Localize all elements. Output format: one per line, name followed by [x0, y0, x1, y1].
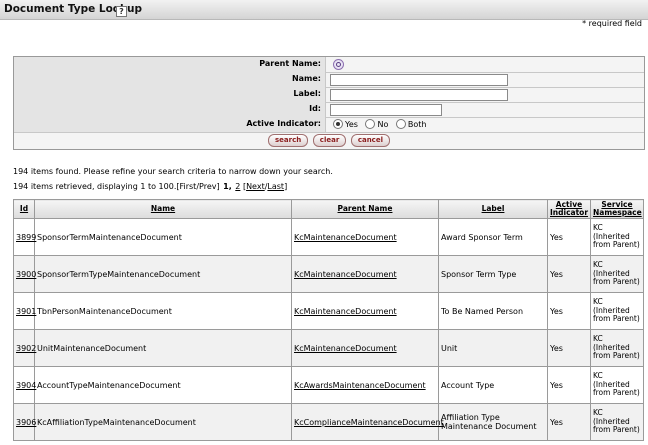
row-name: SponsorTermTypeMaintenanceDocument [34, 255, 292, 293]
table-row: 3900 SponsorTermTypeMaintenanceDocument … [13, 255, 644, 293]
table-row: 3904 AccountTypeMaintenanceDocument KcAw… [13, 366, 644, 404]
name-row: Name: [14, 72, 644, 88]
row-parent-link[interactable]: KcComplianceMaintenanceDocument [294, 418, 444, 427]
row-namespace: KC (Inherited from Parent) [590, 329, 644, 367]
row-active: Yes [547, 218, 591, 256]
row-active: Yes [547, 292, 591, 330]
row-id-link[interactable]: 3900 [16, 270, 36, 279]
column-header-active-indicator[interactable]: Active Indicator [547, 199, 591, 219]
row-name: AccountTypeMaintenanceDocument [34, 366, 292, 404]
table-row: 3899 SponsorTermMaintenanceDocument KcMa… [13, 218, 644, 256]
page-2-link[interactable]: 2 [235, 182, 240, 191]
cancel-button[interactable]: cancel [350, 134, 390, 147]
row-namespace: KC (Inherited from Parent) [590, 218, 644, 256]
row-label: To Be Named Person [438, 292, 548, 330]
button-bar: search clear cancel [14, 131, 644, 149]
row-namespace: KC (Inherited from Parent) [590, 292, 644, 330]
active-indicator-label: Active Indicator: [14, 117, 326, 132]
active-yes-label: Yes [345, 119, 358, 129]
lookup-icon[interactable] [333, 59, 344, 70]
row-id-link[interactable]: 3904 [16, 381, 36, 390]
table-row: 3901 TbnPersonMaintenanceDocument KcMain… [13, 292, 644, 330]
row-active: Yes [547, 403, 591, 441]
row-id-link[interactable]: 3901 [16, 307, 36, 316]
search-form: Parent Name: Name: Label: Id: Active Ind… [13, 56, 645, 150]
page-header: Document Type Lookup ? [0, 0, 648, 20]
table-row: 3906 KcAffiliationTypeMaintenanceDocumen… [13, 403, 644, 441]
active-both-label: Both [407, 119, 427, 129]
active-indicator-radios: Yes No Both [333, 119, 432, 129]
row-parent-link[interactable]: KcMaintenanceDocument [294, 344, 397, 353]
active-no-radio[interactable] [365, 119, 376, 129]
parent-name-row: Parent Name: [14, 57, 644, 73]
column-header-name[interactable]: Name [34, 199, 292, 219]
row-label: Unit [438, 329, 548, 367]
row-active: Yes [547, 366, 591, 404]
column-header-parent-name[interactable]: Parent Name [291, 199, 439, 219]
help-icon[interactable]: ? [116, 6, 127, 17]
name-label: Name: [14, 72, 326, 87]
table-header-row: Id Name Parent Name Label Active Indicat… [13, 199, 644, 219]
row-name: SponsorTermMaintenanceDocument [34, 218, 292, 256]
row-active: Yes [547, 255, 591, 293]
parent-name-label: Parent Name: [14, 57, 326, 72]
row-active: Yes [547, 329, 591, 367]
row-parent-link[interactable]: KcMaintenanceDocument [294, 233, 397, 242]
row-label: Sponsor Term Type [438, 255, 548, 293]
pagination-bar: 194 items retrieved, displaying 1 to 100… [13, 182, 287, 191]
row-parent-link[interactable]: KcMaintenanceDocument [294, 270, 397, 279]
row-namespace: KC (Inherited from Parent) [590, 255, 644, 293]
row-label: Affiliation Type Maintenance Document [438, 403, 548, 441]
row-parent-link[interactable]: KcMaintenanceDocument [294, 307, 397, 316]
row-id-link[interactable]: 3906 [16, 418, 36, 427]
search-button[interactable]: search [268, 134, 309, 147]
required-field-note: * required field [582, 19, 642, 28]
next-link[interactable]: Next [246, 182, 265, 191]
row-id-link[interactable]: 3902 [16, 344, 36, 353]
column-header-service-namespace[interactable]: Service Namespace [590, 199, 644, 219]
column-header-label[interactable]: Label [438, 199, 548, 219]
row-id-link[interactable]: 3899 [16, 233, 36, 242]
last-link[interactable]: Last [267, 182, 284, 191]
bracket-close: ] [284, 182, 288, 191]
row-name: TbnPersonMaintenanceDocument [34, 292, 292, 330]
row-namespace: KC (Inherited from Parent) [590, 366, 644, 404]
active-yes-radio[interactable] [333, 119, 343, 129]
label-input[interactable] [330, 88, 508, 101]
column-header-id[interactable]: Id [13, 199, 35, 219]
row-name: KcAffiliationTypeMaintenanceDocument [34, 403, 292, 441]
id-row: Id: [14, 102, 644, 118]
id-input[interactable] [330, 103, 442, 116]
label-label: Label: [14, 87, 326, 102]
name-input[interactable] [330, 73, 508, 86]
items-found-message: 194 items found. Please refine your sear… [13, 167, 333, 176]
row-name: UnitMaintenanceDocument [34, 329, 292, 367]
results-table: Id Name Parent Name Label Active Indicat… [13, 199, 644, 441]
retrieved-text: 194 items retrieved, displaying 1 to 100… [13, 182, 220, 191]
label-row: Label: [14, 87, 644, 103]
table-row: 3902 UnitMaintenanceDocument KcMaintenan… [13, 329, 644, 367]
page-current: 1, [223, 182, 232, 191]
row-parent-link[interactable]: KcAwardsMaintenanceDocument [294, 381, 426, 390]
id-label: Id: [14, 102, 326, 117]
row-label: Account Type [438, 366, 548, 404]
active-both-radio[interactable] [395, 119, 406, 129]
row-namespace: KC (Inherited from Parent) [590, 403, 644, 441]
active-no-label: No [377, 119, 389, 129]
row-label: Award Sponsor Term [438, 218, 548, 256]
clear-button[interactable]: clear [312, 134, 347, 147]
